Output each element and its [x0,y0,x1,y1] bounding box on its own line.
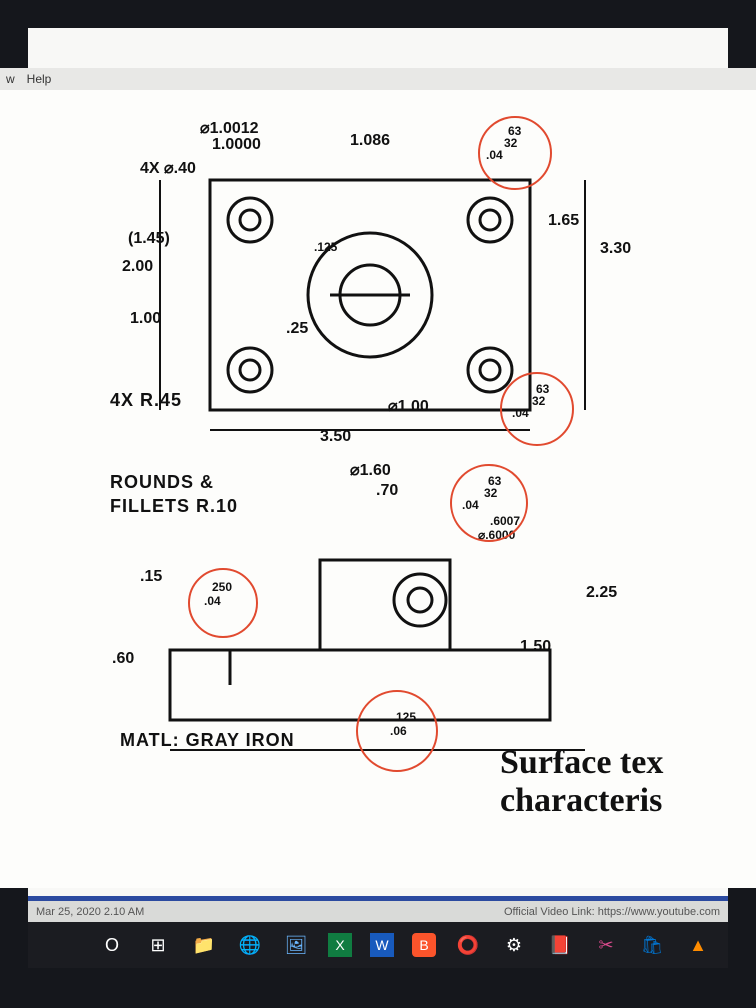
word-icon[interactable]: W [370,933,394,957]
dim-4x-holes: 4X ⌀.40 [140,158,196,178]
note-rounds-2: FILLETS R.10 [110,496,238,517]
dim-150: 1.50 [520,638,551,656]
app-menu-bar: w Help [0,68,756,90]
windows-taskbar: O ⊞ 📁 🌐 🖼 X W B ⭕ ⚙ 📕 ✂ 🛍 ▲ [28,922,728,968]
dim-phi160: ⌀1.60 [350,460,391,480]
snip-icon[interactable]: ✂ [592,931,620,959]
annotation-circle-2 [500,372,574,446]
dim-350: 3.50 [320,428,351,446]
slide-content: ⌀1.0012 1.0000 4X ⌀.40 1.086 63 32 .04 (… [0,90,756,888]
cortana-icon[interactable]: O [98,931,126,959]
dim-tol-lower: 1.0000 [212,136,261,154]
store-icon[interactable]: 🛍 [638,931,666,959]
annotation-circle-4 [188,568,258,638]
dim-200: 2.00 [122,258,153,276]
explorer-icon[interactable]: 📁 [190,931,218,959]
dim-phi100: ⌀1.00 [388,396,429,416]
status-timestamp: Mar 25, 2020 2.10 AM [36,906,144,918]
menu-item-help[interactable]: Help [27,72,52,86]
dim-tol-upper: ⌀1.0012 [200,118,259,138]
dim-125s: .125 [314,240,337,254]
slide-title-line2: characteris [500,782,662,820]
dim-145: (1.45) [128,230,170,248]
vlc-icon[interactable]: ▲ [684,931,712,959]
note-material: MATL: GRAY IRON [120,730,295,751]
annotation-circle-3 [450,464,528,542]
brave-icon[interactable]: B [412,933,436,957]
dim-25: .25 [286,320,308,338]
dim-1086: 1.086 [350,132,390,150]
dim-165: 1.65 [548,212,579,230]
excel-icon[interactable]: X [328,933,352,957]
annotation-circle-5 [356,690,438,772]
office-icon[interactable]: ⭕ [454,931,482,959]
engineering-drawing: ⌀1.0012 1.0000 4X ⌀.40 1.086 63 32 .04 (… [0,90,756,888]
menu-item-view[interactable]: w [6,72,15,86]
dim-70: .70 [376,482,398,500]
chrome-icon[interactable]: 🌐 [236,931,264,959]
note-rounds-1: ROUNDS & [110,472,214,493]
pdf-icon[interactable]: 📕 [546,931,574,959]
dim-60: .60 [112,650,134,668]
dim-330: 3.30 [600,240,631,258]
photos-icon[interactable]: 🖼 [282,931,310,959]
settings-icon[interactable]: ⚙ [500,931,528,959]
note-4x-r45: 4X R.45 [110,390,182,411]
dim-100v: 1.00 [130,310,161,328]
slide-title-line1: Surface tex [500,744,663,782]
dim-15: .15 [140,568,162,586]
dim-225: 2.25 [586,584,617,602]
annotation-circle-1 [478,116,552,190]
taskview-icon[interactable]: ⊞ [144,931,172,959]
status-link: Official Video Link: https://www.youtube… [504,906,720,918]
slide-status-strip: Mar 25, 2020 2.10 AM Official Video Link… [28,896,728,922]
